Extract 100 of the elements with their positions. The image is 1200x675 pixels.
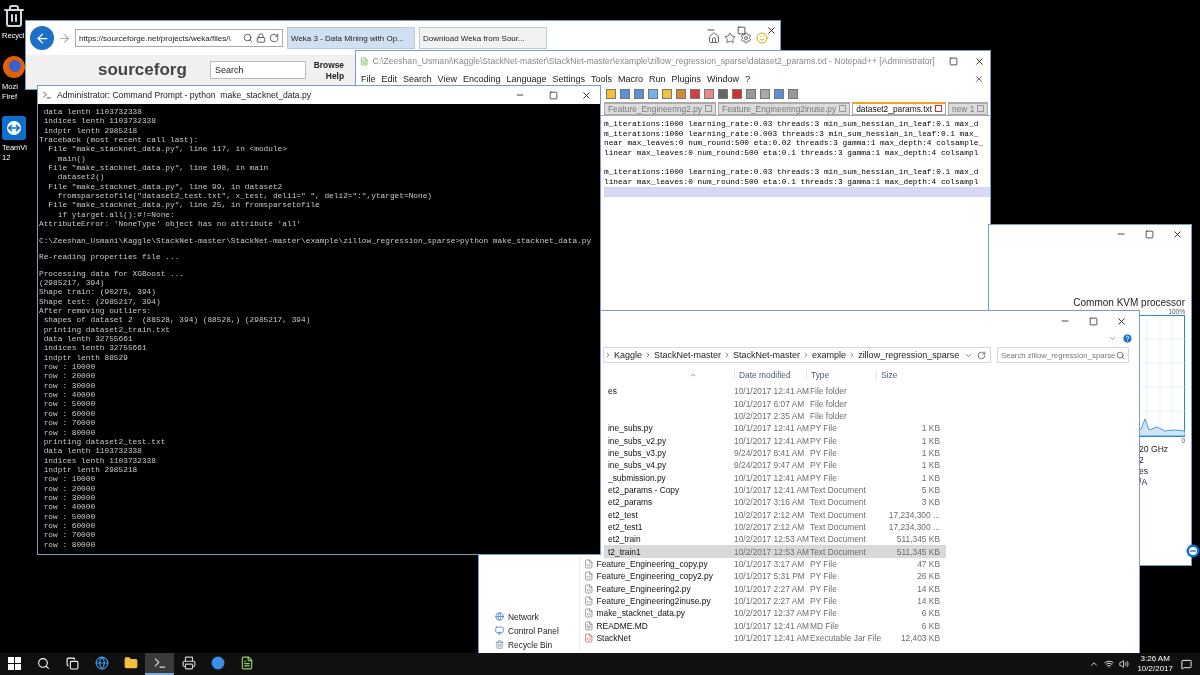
menu-item[interactable]: Plugins — [668, 73, 705, 84]
remote-app-icon[interactable] — [1186, 544, 1200, 558]
toolbar-icon[interactable] — [774, 88, 784, 99]
toolbar-icon[interactable] — [676, 88, 686, 99]
file-row[interactable]: 10/2/2017 2:35 AM File folder — [604, 409, 946, 423]
toolbar-icon[interactable] — [732, 88, 742, 99]
navigation-item[interactable]: Recycle Bin — [479, 639, 579, 650]
menu-item[interactable]: Window — [704, 73, 743, 84]
back-button[interactable] — [30, 26, 54, 50]
volume-icon[interactable] — [1119, 659, 1130, 669]
file-row[interactable]: ine_subs_v2.py 10/1/2017 12:41 AMPY File 1 KB — [604, 434, 946, 447]
tab-close-icon[interactable] — [935, 105, 943, 112]
refresh-icon[interactable] — [977, 350, 986, 360]
breadcrumb[interactable]: example — [810, 350, 849, 360]
toolbar-icon[interactable] — [690, 88, 700, 99]
chevron-up-icon[interactable] — [1089, 659, 1100, 669]
toolbar-icon[interactable] — [788, 88, 798, 99]
file-type: PY File — [809, 460, 838, 471]
remote-app-icon[interactable] — [2, 116, 26, 140]
column-header[interactable]: Size — [876, 370, 956, 380]
file-size: 1 KB — [920, 447, 940, 458]
navigation-item[interactable]: Network — [479, 611, 579, 622]
file-row[interactable]: et2_params 10/2/2017 3:16 AM Text Document 3 KB — [604, 496, 946, 509]
breadcrumb[interactable]: StackNet-master — [652, 350, 724, 360]
toolbar-icon[interactable] — [746, 88, 756, 99]
clock[interactable]: 3:26 AM 10/2/2017 — [1129, 654, 1181, 674]
breadcrumb[interactable]: Kaggle — [612, 350, 645, 360]
column-header[interactable]: Type — [806, 370, 876, 380]
file-row[interactable]: Feature_Engineering2inuse.py 10/1/2017 2:27 AM PY File 14 KB — [580, 594, 946, 608]
file-row[interactable]: es 10/1/2017 12:41 AMFile folder — [604, 385, 946, 398]
close-icon[interactable] — [974, 73, 984, 84]
file-row[interactable]: ine_subs_v4.py 9/24/2017 9:47 AM PY File 1 KB — [604, 459, 946, 472]
menu-item[interactable]: Encoding — [459, 73, 504, 84]
browser-tab[interactable]: Download Weka from Sour... — [419, 27, 547, 49]
file-name: Feature_Engineering_copy.py — [596, 559, 709, 569]
menu-item[interactable]: Language — [503, 73, 550, 84]
toolbar-icon[interactable] — [718, 88, 728, 99]
file-row[interactable]: t2_train1 10/2/2017 12:53 AMText Document 511,345 KB — [604, 545, 946, 558]
recycle-bin-icon[interactable] — [2, 4, 26, 28]
maximize-icon — [1144, 229, 1154, 239]
menu-item[interactable]: Run — [646, 73, 669, 84]
help-icon[interactable] — [1122, 332, 1133, 344]
editor-tab[interactable]: Feature_Engineering2.py — [604, 101, 717, 115]
forward-icon[interactable] — [58, 31, 71, 45]
toolbar-icon[interactable] — [606, 88, 616, 99]
help-link[interactable]: Help — [325, 70, 344, 81]
menu-item[interactable]: Edit — [378, 73, 401, 84]
settings-icon[interactable] — [740, 32, 752, 44]
menu-item[interactable]: View — [434, 73, 460, 84]
browser-tab[interactable]: Weka 3 - Data Mining with Op... — [287, 27, 415, 49]
file-row[interactable]: Feature_Engineering2.py 10/1/2017 2:27 AM PY File 14 KB — [580, 582, 946, 595]
editor-tab[interactable]: Feature_Engineering2inuse.py — [718, 101, 851, 115]
network-icon[interactable] — [1104, 659, 1115, 669]
address-bar[interactable]: https://sourceforge.net/projects/weka/files/\ — [75, 29, 283, 47]
file-row[interactable]: et2_params - Copy 10/1/2017 12:41 AMText Document 5 KB — [604, 483, 946, 497]
file-name: make_stacknet_data.py — [596, 608, 686, 619]
editor-tab[interactable]: dataset2_params.txt — [852, 101, 947, 115]
menu-item[interactable]: Search — [400, 73, 435, 84]
file-date: 10/1/2017 6:07 AM — [733, 398, 806, 409]
notepad-icon — [239, 656, 254, 670]
menu-item[interactable]: Settings — [549, 73, 589, 84]
file-row[interactable]: make_stacknet_data.py 10/2/2017 12:37 AMPY File 6 KB — [580, 607, 946, 620]
site-logo[interactable]: sourceforg — [98, 60, 202, 80]
breadcrumb[interactable]: zillow_regression_sparse — [856, 350, 962, 360]
notification-icon[interactable] — [1181, 658, 1192, 670]
file-row[interactable]: StackNet 10/1/2017 12:41 AMExecutable Jar File 12,403 KB — [580, 631, 946, 645]
home-icon[interactable] — [708, 32, 720, 44]
toolbar-icon[interactable] — [648, 88, 658, 99]
browser-globe-icon[interactable] — [2, 55, 26, 79]
navigation-item[interactable]: Control Panel — [479, 625, 579, 636]
file-row[interactable]: et2_train 10/2/2017 12:53 AMText Document 511,345 KB — [604, 533, 946, 546]
browse-link[interactable]: Browse — [313, 59, 344, 70]
file-row[interactable]: 10/1/2017 6:07 AM File folder — [604, 397, 946, 410]
favorites-star-icon[interactable] — [724, 32, 736, 44]
file-row[interactable]: ine_subs.py 10/1/2017 12:41 AMPY File 1 KB — [604, 422, 946, 435]
search-icon[interactable] — [1116, 350, 1125, 360]
search-field[interactable]: Search — [210, 61, 306, 79]
file-row[interactable]: ine_subs_v3.py 9/24/2017 8:41 AM PY File 1 KB — [604, 446, 946, 460]
file-row[interactable]: Feature_Engineering_copy.py 10/1/2017 3:17 AM PY File 47 KB — [580, 557, 946, 571]
remote-app-icon — [210, 656, 225, 670]
toolbar-icon[interactable] — [704, 88, 714, 99]
toolbar-icon[interactable] — [662, 88, 672, 99]
breadcrumb[interactable]: StackNet-master — [731, 350, 803, 360]
file-row[interactable]: README.MD 10/1/2017 12:41 AMMD File 6 KB — [580, 619, 946, 632]
address-bar[interactable]: Kaggle StackNet-master StackNet-master example zillow_regression_sparse — [603, 347, 991, 363]
search-icon[interactable] — [243, 33, 253, 43]
toolbar-icon[interactable] — [760, 88, 770, 99]
file-row[interactable]: et2_test 10/2/2017 2:12 AM Text Document 17,234,300 ... — [604, 508, 946, 521]
menu-item[interactable]: Macro — [615, 73, 647, 84]
file-row[interactable]: _submission.py 10/1/2017 12:41 AMPY File 1 KB — [604, 471, 946, 484]
toolbar-icon[interactable] — [620, 88, 630, 99]
file-row[interactable]: et2_test1 10/2/2017 2:12 AM Text Document 17,234,300 ... — [604, 520, 946, 534]
refresh-icon[interactable] — [269, 33, 279, 43]
menu-item[interactable]: Tools — [588, 73, 616, 84]
editor-tab[interactable]: new 1 — [948, 101, 989, 115]
file-row[interactable]: Feature_Engineering_copy2.py 10/1/2017 5:31 PM PY File 26 KB — [580, 570, 946, 583]
column-header[interactable]: Date modified — [734, 370, 806, 380]
menu-item[interactable]: ? — [742, 73, 754, 84]
menu-item[interactable]: File — [358, 73, 379, 84]
toolbar-icon[interactable] — [634, 88, 644, 99]
